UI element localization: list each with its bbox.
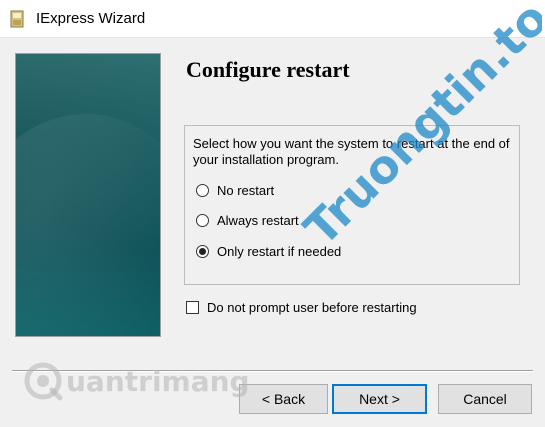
restart-description: Select how you want the system to restar… bbox=[193, 136, 510, 167]
window-title: IExpress Wizard bbox=[36, 10, 146, 27]
do-not-prompt-label: Do not prompt user before restarting bbox=[207, 299, 417, 315]
quantrimang-logo-icon bbox=[24, 362, 63, 401]
radio-only-if-needed[interactable]: Only restart if needed bbox=[196, 242, 341, 260]
radio-always-restart[interactable]: Always restart bbox=[196, 211, 299, 229]
quantrimang-watermark: uantrimang bbox=[22, 357, 250, 405]
radio-label-always-restart: Always restart bbox=[217, 212, 299, 228]
title-bar: IExpress Wizard bbox=[0, 0, 545, 38]
wizard-side-image bbox=[15, 53, 161, 337]
footer-separator bbox=[12, 370, 533, 372]
back-button[interactable]: < Back bbox=[239, 384, 328, 414]
iexpress-app-icon bbox=[10, 10, 24, 28]
cancel-button[interactable]: Cancel bbox=[438, 384, 532, 414]
radio-button-only-if-needed[interactable] bbox=[196, 244, 209, 258]
radio-label-only-if-needed: Only restart if needed bbox=[217, 243, 342, 259]
do-not-prompt-checkbox[interactable] bbox=[186, 300, 199, 314]
restart-options-group: Select how you want the system to restar… bbox=[184, 125, 520, 285]
radio-button-always-restart[interactable] bbox=[196, 213, 209, 227]
page-title: Configure restart bbox=[186, 57, 350, 82]
radio-no-restart[interactable]: No restart bbox=[196, 181, 274, 199]
radio-button-no-restart[interactable] bbox=[196, 183, 209, 197]
next-button[interactable]: Next > bbox=[332, 384, 427, 414]
radio-label-no-restart: No restart bbox=[217, 182, 275, 198]
prompt-checkbox-row[interactable]: Do not prompt user before restarting bbox=[186, 298, 417, 316]
